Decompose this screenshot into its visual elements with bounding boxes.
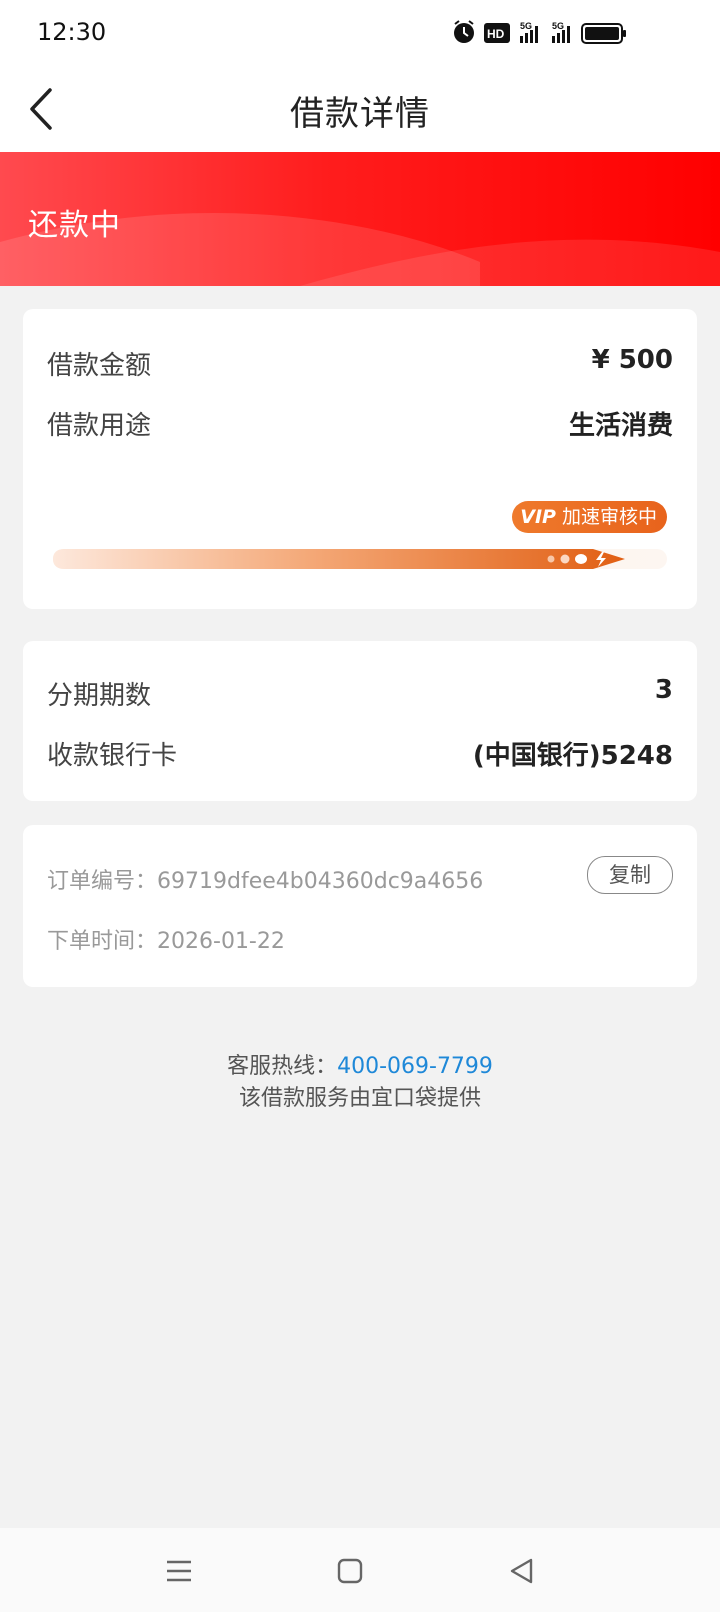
hd-icon: HD [484,23,510,43]
page-title: 借款详情 [290,94,430,134]
status-time: 12:30 [37,18,107,46]
status-banner: 还款中 [0,152,720,286]
copy-button[interactable]: 复制 [587,856,673,894]
order-time-value: 2026-01-22 [157,929,285,954]
rocket-progress-bar [53,549,667,569]
battery-icon [581,23,626,44]
amount-value: ¥ 500 [591,345,673,375]
hotline-number[interactable]: 400-069-7799 [337,1054,493,1079]
bank-label: 收款银行卡 [47,741,178,771]
provider-text: 该借款服务由宜口袋提供 [238,1086,481,1111]
back-triangle-icon[interactable] [507,1556,537,1586]
vip-badge: VIP [520,506,556,528]
order-number-label: 订单编号： [47,869,158,894]
svg-text:5G: 5G [552,21,564,31]
loan-info-card: 借款金额 ¥ 500 借款用途 生活消费 VIP 加速审核中 [23,309,697,609]
vip-tag: VIP 加速审核中 [512,501,667,533]
order-card: 订单编号：69719dfee4b04360dc9a4656 复制 下单时间：20… [23,825,697,987]
hotline-row: 客服热线：400-069-7799 [0,1048,720,1080]
status-icons: HD 5G 5G [452,18,662,48]
purpose-value: 生活消费 [568,411,673,441]
order-number-value: 69719dfee4b04360dc9a4656 [157,869,484,894]
svg-text:5G: 5G [520,21,532,31]
amount-label: 借款金额 [47,351,152,381]
alarm-icon [454,20,474,43]
vip-status-text: 加速审核中 [561,506,657,528]
signal-5g-icon: 5G [520,21,538,43]
svg-text:HD: HD [487,27,505,41]
menu-icon[interactable] [164,1556,194,1586]
review-progress: VIP 加速审核中 [53,501,667,581]
signal-5g-icon-2: 5G [552,21,570,43]
hotline-label: 客服热线： [227,1054,338,1079]
loan-status: 还款中 [28,208,121,243]
installment-card: 分期期数 3 收款银行卡 (中国银行)5248 [23,641,697,801]
order-number-row: 订单编号：69719dfee4b04360dc9a4656 [47,863,483,895]
order-time-row: 下单时间：2026-01-22 [47,923,285,955]
status-bar: 12:30 HD 5G 5G [0,0,720,64]
period-label: 分期期数 [47,681,152,711]
period-value: 3 [654,675,673,705]
system-nav-bar [0,1528,720,1612]
bank-value: (中国银行)5248 [472,741,673,771]
order-time-label: 下单时间： [47,929,158,954]
nav-bar: 借款详情 [0,64,720,152]
home-icon[interactable] [335,1556,365,1586]
purpose-label: 借款用途 [47,411,152,441]
